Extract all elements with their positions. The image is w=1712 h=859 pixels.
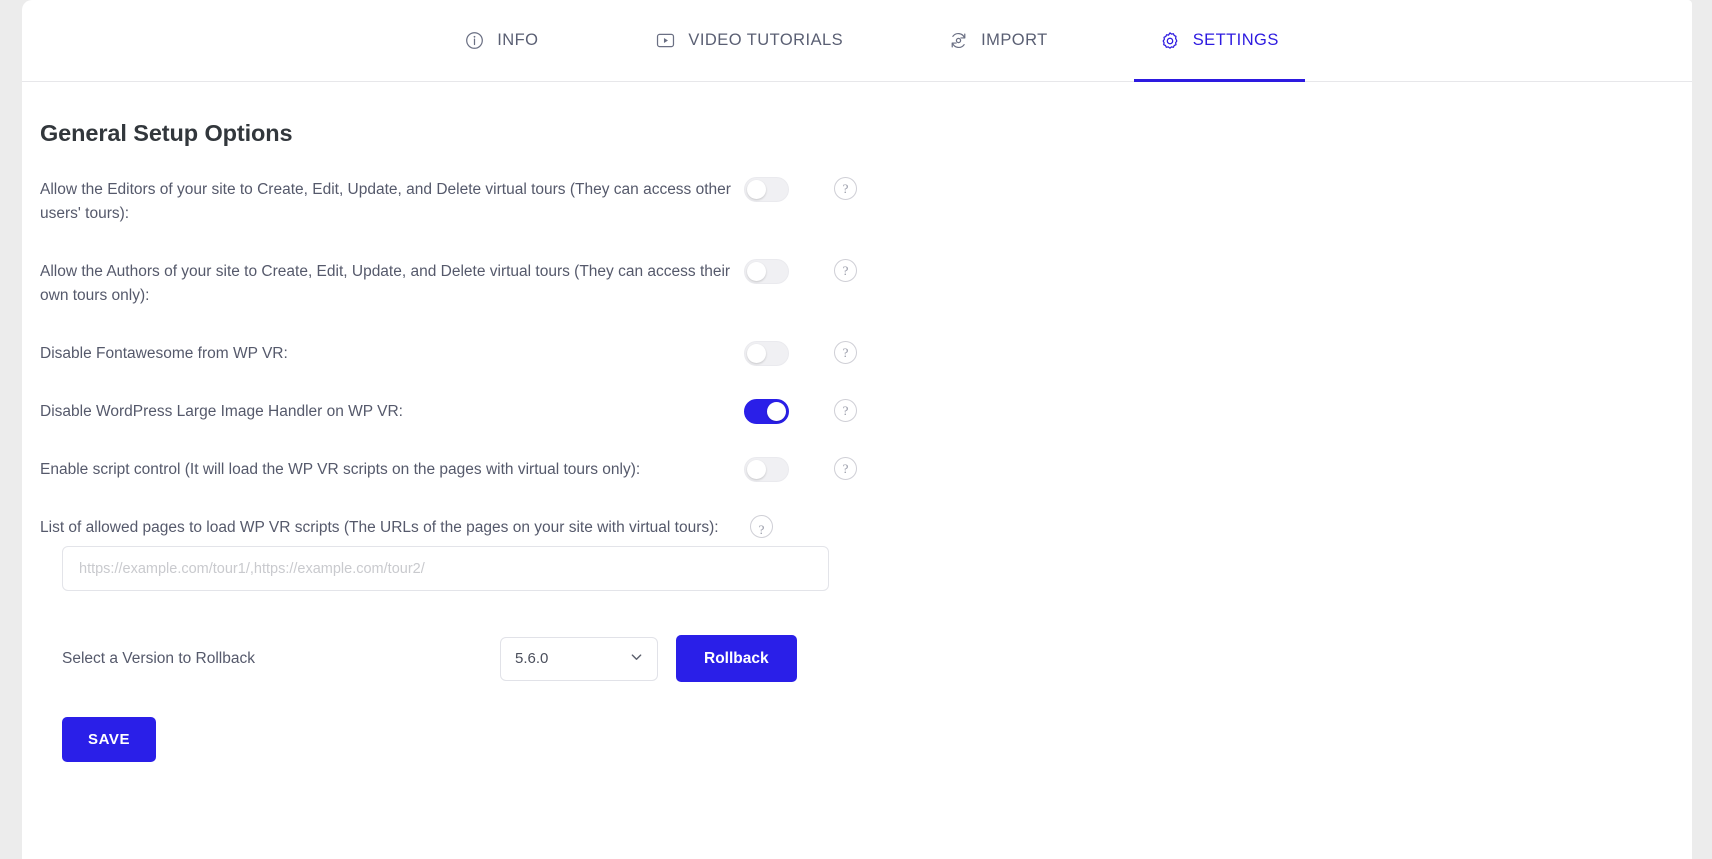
allowed-pages-row: List of allowed pages to load WP VR scri… — [40, 515, 1692, 540]
settings-content: General Setup Options Allow the Editors … — [22, 82, 1692, 762]
toggle-disable-fontawesome[interactable] — [744, 341, 789, 366]
toggle-knob — [747, 262, 766, 281]
option-label: Allow the Editors of your site to Create… — [40, 181, 731, 222]
chevron-down-icon — [629, 649, 644, 668]
tab-spacer — [869, 0, 923, 82]
tab-list: INFO VIDEO TUTORIALS IMPORT SETTINGS — [439, 0, 1305, 82]
option-help: ? — [828, 177, 857, 200]
option-row-disable-fontawesome: Disable Fontawesome from WP VR: ? — [40, 341, 1692, 366]
toggle-allow-authors[interactable] — [744, 259, 789, 284]
help-icon[interactable]: ? — [834, 341, 857, 364]
rollback-button[interactable]: Rollback — [676, 635, 797, 682]
options-list: Allow the Editors of your site to Create… — [40, 177, 1692, 591]
option-row-editors: Allow the Editors of your site to Create… — [40, 177, 1692, 226]
option-control — [740, 457, 828, 482]
tab-import[interactable]: IMPORT — [923, 0, 1074, 82]
app-window: INFO VIDEO TUTORIALS IMPORT SETTINGS Gen… — [0, 0, 1712, 859]
toggle-knob — [747, 460, 766, 479]
save-button[interactable]: SAVE — [62, 717, 157, 762]
toggle-knob — [747, 344, 766, 363]
import-sync-icon — [949, 31, 968, 50]
video-play-icon — [656, 31, 675, 50]
info-circle-icon — [465, 31, 484, 50]
option-help: ? — [828, 259, 857, 282]
page-title: General Setup Options — [40, 120, 293, 146]
allowed-pages-input[interactable] — [62, 546, 829, 591]
option-label: Allow the Authors of your site to Create… — [40, 263, 731, 304]
tab-video-tutorials-label: VIDEO TUTORIALS — [688, 31, 844, 49]
option-control — [740, 341, 828, 366]
toggle-enable-script-control[interactable] — [744, 457, 789, 482]
tab-spacer — [564, 0, 630, 82]
option-label: Disable Fontawesome from WP VR: — [40, 345, 288, 362]
option-row-disable-large-image-handler: Disable WordPress Large Image Handler on… — [40, 399, 1692, 424]
tab-info-label: INFO — [497, 31, 539, 49]
version-select-value: 5.6.0 — [515, 650, 549, 667]
option-help: ? — [828, 341, 857, 364]
tab-info[interactable]: INFO — [439, 0, 564, 82]
option-row-authors: Allow the Authors of your site to Create… — [40, 259, 1692, 308]
option-control — [740, 259, 828, 284]
tab-settings[interactable]: SETTINGS — [1133, 0, 1305, 82]
help-icon[interactable]: ? — [834, 177, 857, 200]
option-control — [740, 399, 828, 424]
rollback-label: Select a Version to Rollback — [62, 649, 255, 667]
option-control — [740, 177, 828, 202]
help-icon[interactable]: ? — [834, 457, 857, 480]
rollback-row: Select a Version to Rollback 5.6.0 Rollb… — [40, 635, 1692, 682]
toggle-knob — [747, 180, 766, 199]
tab-import-label: IMPORT — [981, 31, 1048, 49]
toggle-disable-large-image-handler[interactable] — [744, 399, 789, 424]
option-help: ? — [828, 399, 857, 422]
gear-icon — [1160, 31, 1180, 51]
option-help: ? — [828, 457, 857, 480]
tab-video-tutorials[interactable]: VIDEO TUTORIALS — [630, 0, 869, 82]
option-label: Disable WordPress Large Image Handler on… — [40, 403, 403, 420]
tab-spacer — [1074, 0, 1134, 82]
settings-card: INFO VIDEO TUTORIALS IMPORT SETTINGS Gen… — [22, 0, 1692, 859]
option-row-enable-script-control: Enable script control (It will load the … — [40, 457, 1692, 482]
allowed-pages-label: List of allowed pages to load WP VR scri… — [40, 519, 719, 536]
toggle-allow-editors[interactable] — [744, 177, 789, 202]
help-icon[interactable]: ? — [834, 259, 857, 282]
help-icon[interactable]: ? — [834, 399, 857, 422]
tab-bar: INFO VIDEO TUTORIALS IMPORT SETTINGS — [22, 0, 1692, 82]
version-select[interactable]: 5.6.0 — [500, 636, 658, 681]
tab-settings-label: SETTINGS — [1192, 31, 1279, 49]
help-icon[interactable]: ? — [750, 515, 773, 538]
option-label: Enable script control (It will load the … — [40, 461, 641, 478]
toggle-knob — [767, 402, 786, 421]
tab-active-underline — [1133, 78, 1305, 82]
